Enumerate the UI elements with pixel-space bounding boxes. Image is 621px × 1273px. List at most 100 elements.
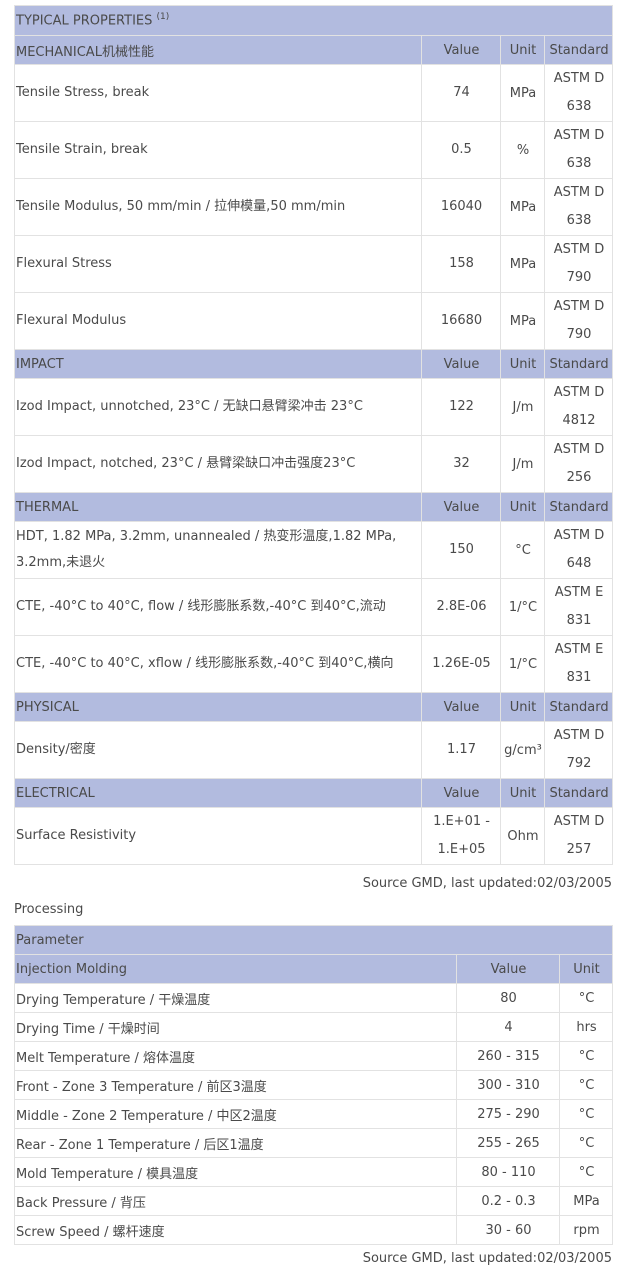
properties-table-body: TYPICAL PROPERTIES (1) MECHANICAL机械性能 Val… — [13, 5, 614, 865]
processing-parameter: Drying Time / 干燥时间 — [14, 1012, 457, 1042]
col-value-header: Value — [421, 35, 501, 65]
processing-parameter: Drying Temperature / 干燥温度 — [14, 983, 457, 1013]
property-unit: Ohm — [500, 807, 545, 865]
processing-unit: MPa — [558, 1186, 614, 1216]
property-row: CTE, -40°C to 40°C, flow / 线形膨胀系数,-40°C … — [14, 578, 614, 636]
property-standard: ASTM D 638 — [543, 178, 614, 236]
property-name: Izod Impact, unnotched, 23°C / 无缺口悬臂梁冲击 … — [14, 378, 422, 436]
processing-value: 80 - 110 — [456, 1157, 560, 1187]
property-value: 1.26E-05 — [421, 635, 501, 693]
col-standard-header: Standard — [543, 692, 614, 722]
processing-unit: °C — [558, 1099, 614, 1129]
section-header-row: PHYSICAL Value Unit Standard — [14, 692, 614, 722]
properties-table: TYPICAL PROPERTIES (1) MECHANICAL机械性能 Val… — [13, 5, 614, 865]
processing-table-body: Parameter Injection Molding Value Unit D… — [13, 925, 614, 1245]
property-unit: MPa — [500, 178, 545, 236]
processing-table: Parameter Injection Molding Value Unit D… — [13, 925, 614, 1245]
property-value: 1.E+01 - 1.E+05 — [421, 807, 501, 865]
property-value: 2.8E-06 — [421, 578, 501, 636]
property-unit: 1/°C — [500, 578, 545, 636]
processing-unit: hrs — [558, 1012, 614, 1042]
processing-value: 260 - 315 — [456, 1041, 560, 1071]
property-value: 1.17 — [421, 721, 501, 779]
processing-parameter: Melt Temperature / 熔体温度 — [14, 1041, 457, 1071]
property-name: Flexural Stress — [14, 235, 422, 293]
processing-row: Back Pressure / 背压 0.2 - 0.3 MPa — [14, 1186, 614, 1216]
property-standard: ASTM E 831 — [543, 635, 614, 693]
processing-parameter: Front - Zone 3 Temperature / 前区3温度 — [14, 1070, 457, 1100]
property-value: 150 — [421, 521, 501, 579]
processing-unit: °C — [558, 1041, 614, 1071]
properties-title-row: TYPICAL PROPERTIES (1) — [13, 5, 614, 36]
property-standard: ASTM D 256 — [543, 435, 614, 493]
processing-row: Melt Temperature / 熔体温度 260 - 315 °C — [14, 1041, 614, 1071]
property-standard: ASTM D 790 — [543, 235, 614, 293]
processing-unit: °C — [558, 1070, 614, 1100]
property-unit: g/cm³ — [500, 721, 545, 779]
col-standard-header: Standard — [543, 35, 614, 65]
property-name: Tensile Modulus, 50 mm/min / 拉伸模量,50 mm/… — [14, 178, 422, 236]
property-standard: ASTM D 4812 — [543, 378, 614, 436]
col-value-header: Value — [421, 349, 501, 379]
section-name: THERMAL — [14, 492, 422, 522]
col-value-header: Value — [421, 692, 501, 722]
property-row: Izod Impact, notched, 23°C / 悬臂梁缺口冲击强度23… — [14, 435, 614, 493]
property-name: Tensile Stress, break — [14, 64, 422, 122]
col-unit-header: Unit — [500, 492, 545, 522]
property-value: 16040 — [421, 178, 501, 236]
property-row: HDT, 1.82 MPa, 3.2mm, unannealed / 热变形温度… — [14, 521, 614, 579]
processing-row: Drying Time / 干燥时间 4 hrs — [14, 1012, 614, 1042]
processing-row: Drying Temperature / 干燥温度 80 °C — [14, 983, 614, 1013]
processing-parameter: Mold Temperature / 模具温度 — [14, 1157, 457, 1187]
section-name: ELECTRICAL — [14, 778, 422, 808]
property-value: 74 — [421, 64, 501, 122]
processing-row: Middle - Zone 2 Temperature / 中区2温度 275 -… — [14, 1099, 614, 1129]
processing-unit: °C — [558, 983, 614, 1013]
properties-title: TYPICAL PROPERTIES — [16, 13, 153, 29]
processing-value: 0.2 - 0.3 — [456, 1186, 560, 1216]
processing-source: Source GMD, last updated:02/03/2005 — [362, 1251, 612, 1266]
processing-parameter: Back Pressure / 背压 — [14, 1186, 457, 1216]
property-row: CTE, -40°C to 40°C, xflow / 线形膨胀系数,-40°C… — [14, 635, 614, 693]
section-header-row: MECHANICAL机械性能 Value Unit Standard — [14, 35, 614, 65]
property-row: Tensile Strain, break 0.5% ASTM D 638 — [14, 121, 614, 179]
property-unit: J/m — [500, 435, 545, 493]
processing-parameter: Rear - Zone 1 Temperature / 后区1温度 — [14, 1128, 457, 1158]
processing-parameter: Screw Speed / 螺杆速度 — [14, 1215, 457, 1245]
property-value: 32 — [421, 435, 501, 493]
property-unit: J/m — [500, 378, 545, 436]
property-unit: °C — [500, 521, 545, 579]
property-name: Tensile Strain, break — [14, 121, 422, 179]
property-name: CTE, -40°C to 40°C, flow / 线形膨胀系数,-40°C … — [14, 578, 422, 636]
properties-title-note: (1) — [156, 12, 170, 23]
property-standard: ASTM D 638 — [543, 64, 614, 122]
property-value: 158 — [421, 235, 501, 293]
processing-row: Mold Temperature / 模具温度 80 - 110 °C — [14, 1157, 614, 1187]
section-header-row: THERMAL Value Unit Standard — [14, 492, 614, 522]
col-unit-header: Unit — [500, 35, 545, 65]
col-unit-header: Unit — [500, 349, 545, 379]
col-value-header: Value — [421, 778, 501, 808]
property-standard: ASTM E 831 — [543, 578, 614, 636]
property-standard: ASTM D 792 — [543, 721, 614, 779]
processing-col-value: Value — [456, 954, 560, 984]
property-value: 0.5 — [421, 121, 501, 179]
processing-param-header: Parameter — [13, 925, 614, 955]
property-name: CTE, -40°C to 40°C, xflow / 线形膨胀系数,-40°C… — [14, 635, 422, 693]
property-unit: MPa — [500, 235, 545, 293]
properties-source: Source GMD, last updated:02/03/2005 — [362, 876, 612, 891]
processing-section-row: Injection Molding Value Unit — [14, 954, 614, 984]
property-name: Density/密度 — [14, 721, 422, 779]
processing-unit: °C — [558, 1157, 614, 1187]
section-header-row: IMPACT Value Unit Standard — [14, 349, 614, 379]
processing-value: 275 - 290 — [456, 1099, 560, 1129]
property-row: Surface Resistivity 1.E+01 - 1.E+05 Ohm AST… — [14, 807, 614, 865]
processing-row: Front - Zone 3 Temperature / 前区3温度 300 - … — [14, 1070, 614, 1100]
property-row: Flexural Modulus 16680 MPa ASTM D 790 — [14, 292, 614, 350]
property-unit: % — [500, 121, 545, 179]
processing-unit: rpm — [558, 1215, 614, 1245]
processing-row: Screw Speed / 螺杆速度 30 - 60 rpm — [14, 1215, 614, 1245]
property-row: Density/密度 1.17 g/cm³ ASTM D 792 — [14, 721, 614, 779]
processing-value: 80 — [456, 983, 560, 1013]
processing-col-unit: Unit — [558, 954, 614, 984]
